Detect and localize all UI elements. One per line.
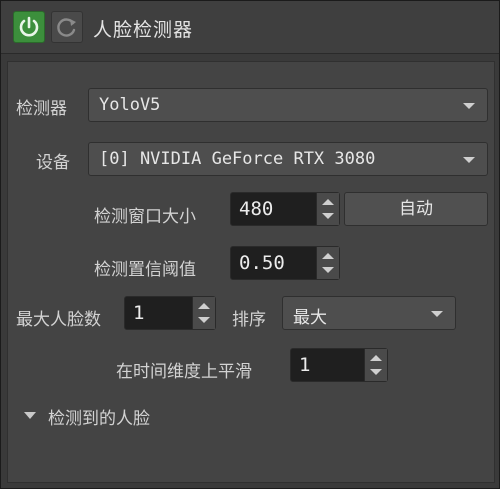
chevron-down-icon: [322, 267, 334, 273]
chevron-down-icon: [463, 103, 475, 109]
chevron-down-icon: [198, 317, 210, 323]
chevron-up-icon: [322, 253, 334, 259]
device-value: [0] NVIDIA GeForce RTX 3080: [99, 149, 376, 169]
collapse-arrow-icon[interactable]: [24, 412, 36, 419]
chevron-up-icon: [322, 199, 334, 205]
window-size-label: 检测窗口大小: [94, 207, 196, 227]
detector-value: YoloV5: [99, 95, 161, 115]
smoothing-field[interactable]: 1: [290, 348, 388, 382]
chevron-down-icon: [431, 311, 443, 317]
chevron-up-icon: [370, 355, 382, 361]
window-size-field[interactable]: 480: [230, 192, 340, 226]
face-detector-window: 人脸检测器 检测器 YoloV5 设备 [0] NVIDIA GeForce R…: [0, 0, 500, 489]
smoothing-value: 1: [299, 354, 311, 376]
smoothing-stepper[interactable]: [364, 349, 387, 381]
power-button[interactable]: [13, 11, 45, 43]
settings-panel: 检测器 YoloV5 设备 [0] NVIDIA GeForce RTX 308…: [7, 61, 495, 483]
chevron-down-icon: [463, 157, 475, 163]
device-label: 设备: [36, 153, 70, 173]
chevron-down-icon: [370, 369, 382, 375]
max-faces-label: 最大人脸数: [16, 310, 101, 330]
detector-label: 检测器: [16, 99, 67, 119]
device-dropdown[interactable]: [0] NVIDIA GeForce RTX 3080: [88, 142, 488, 176]
detector-dropdown[interactable]: YoloV5: [88, 88, 488, 122]
detected-faces-section[interactable]: 检测到的人脸: [48, 404, 150, 429]
auto-button[interactable]: 自动: [344, 192, 488, 226]
threshold-stepper[interactable]: [316, 247, 339, 279]
window-size-value: 480: [239, 198, 274, 220]
window-size-stepper[interactable]: [316, 193, 339, 225]
threshold-value: 0.50: [239, 252, 285, 274]
refresh-icon: [57, 18, 76, 37]
header: 人脸检测器: [1, 1, 499, 54]
sort-label: 排序: [232, 310, 266, 330]
max-faces-value: 1: [133, 302, 145, 324]
threshold-field[interactable]: 0.50: [230, 246, 340, 280]
max-faces-field[interactable]: 1: [124, 296, 216, 330]
sort-dropdown[interactable]: 最大: [282, 296, 456, 330]
max-faces-stepper[interactable]: [192, 297, 215, 329]
smoothing-label: 在时间维度上平滑: [116, 362, 252, 382]
threshold-label: 检测置信阈值: [94, 260, 196, 280]
chevron-up-icon: [198, 303, 210, 309]
power-icon: [19, 16, 39, 37]
chevron-down-icon: [322, 213, 334, 219]
sort-value: 最大: [293, 308, 327, 328]
refresh-button[interactable]: [51, 11, 83, 43]
panel-title: 人脸检测器: [93, 19, 194, 41]
